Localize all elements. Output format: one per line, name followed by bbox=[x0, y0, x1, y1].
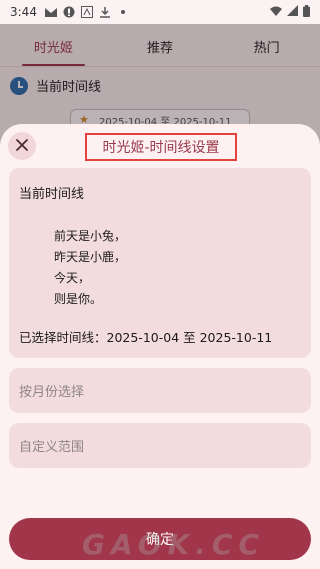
month-select-field[interactable]: 按月份选择 bbox=[9, 368, 311, 413]
wifi-icon bbox=[270, 5, 282, 19]
battery-icon bbox=[303, 4, 310, 20]
watermark: GAOK.CC bbox=[82, 528, 266, 561]
poem-line: 昨天是小鹿， bbox=[54, 250, 127, 264]
block-icon bbox=[63, 6, 75, 18]
signal-icon bbox=[287, 5, 298, 19]
sheet-title: 时光姬-时间线设置 bbox=[85, 133, 237, 161]
selected-range-text: 已选择时间线：2025-10-04 至 2025-10-11 bbox=[19, 330, 273, 345]
custom-range-field[interactable]: 自定义范围 bbox=[9, 423, 311, 468]
status-bar: 3:44 bbox=[0, 0, 320, 24]
poem-line: 今天， bbox=[54, 271, 91, 285]
close-icon bbox=[15, 137, 29, 156]
font-icon bbox=[80, 6, 93, 18]
status-time: 3:44 bbox=[10, 5, 37, 19]
gmail-icon bbox=[44, 6, 57, 18]
notification-dot-icon bbox=[117, 6, 129, 18]
download-icon bbox=[99, 6, 111, 18]
poem-text: 前天是小兔， 昨天是小鹿， 今天， 则是你。 bbox=[54, 226, 126, 310]
poem-line: 则是你。 bbox=[54, 292, 103, 306]
card-title: 当前时间线 bbox=[19, 187, 85, 202]
poem-line: 前天是小兔， bbox=[54, 229, 127, 243]
current-timeline-card: 当前时间线 前天是小兔， 昨天是小鹿， 今天， 则是你。 已选择时间线：2025… bbox=[9, 168, 311, 358]
close-button[interactable] bbox=[8, 132, 36, 160]
timeline-settings-sheet: 时光姬-时间线设置 当前时间线 前天是小兔， 昨天是小鹿， 今天， 则是你。 已… bbox=[0, 124, 320, 569]
